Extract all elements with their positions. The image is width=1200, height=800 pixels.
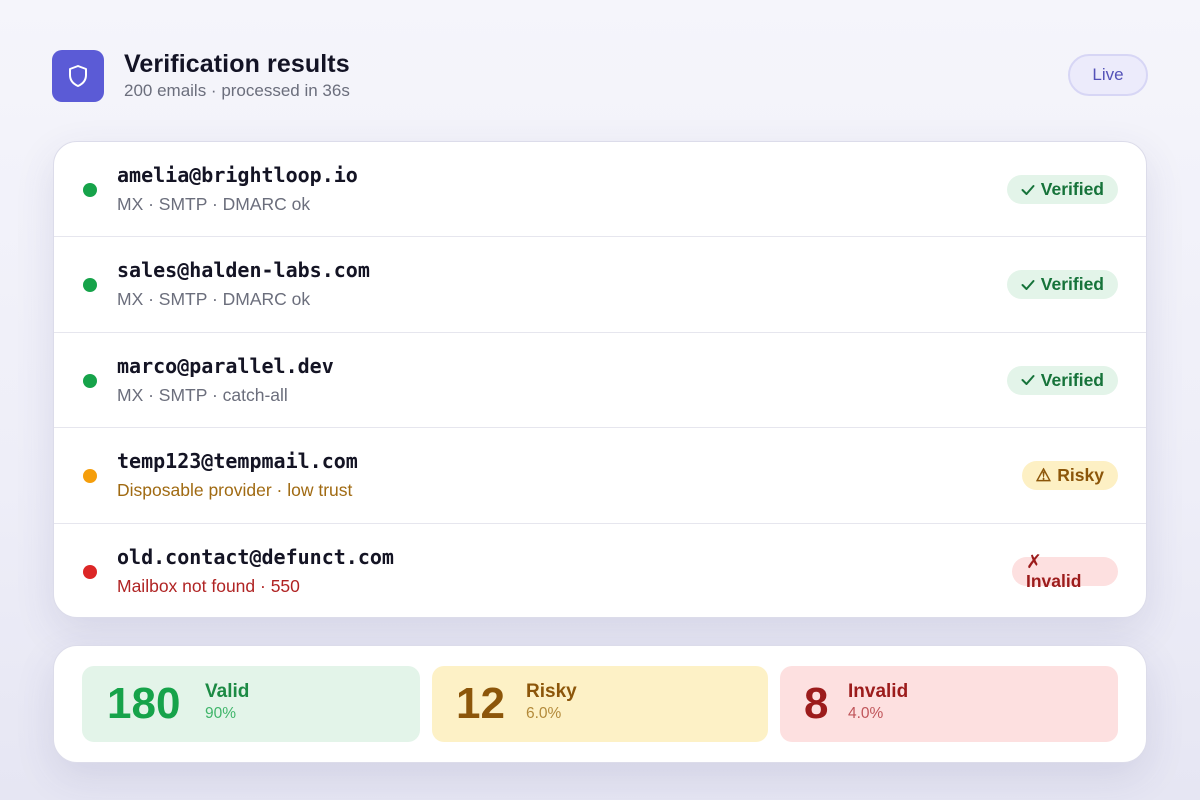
email-address: sales@halden-labs.com: [117, 258, 370, 283]
valid-count: 180: [107, 679, 181, 728]
status-badge-label: Verified: [1040, 179, 1104, 199]
result-row[interactable]: marco@parallel.dev MX · SMTP · catch-all…: [54, 333, 1146, 429]
summary-valid: 180 Valid 90%: [82, 666, 420, 742]
status-badge: Verified: [1006, 175, 1118, 204]
result-row[interactable]: amelia@brightloop.io MX · SMTP · DMARC o…: [54, 142, 1146, 238]
status-badge-label: Verified: [1040, 274, 1104, 295]
email-address: marco@parallel.dev: [117, 353, 334, 378]
page-title: Verification results: [124, 50, 350, 78]
x-icon: ✗: [1026, 551, 1042, 573]
status-dot: [83, 469, 97, 484]
check-details: MX · SMTP · DMARC ok: [117, 194, 311, 214]
status-badge-label: Verified: [1040, 369, 1104, 390]
email-address: old.contact@defunct.com: [117, 544, 394, 569]
risky-percent: 6.0%: [526, 705, 562, 722]
check-icon: [1021, 279, 1035, 290]
warning-icon: ⚠: [1035, 465, 1052, 486]
risky-label: Risky: [526, 681, 577, 702]
valid-label: Valid: [205, 681, 250, 702]
check-details: MX · SMTP · DMARC ok: [117, 289, 311, 310]
check-icon: [1021, 375, 1035, 386]
status-badge: ✗ Invalid: [1012, 552, 1118, 591]
status-badge: Verified: [1006, 365, 1118, 395]
result-row[interactable]: sales@halden-labs.com MX · SMTP · DMARC …: [54, 237, 1146, 333]
page-subtitle: 200 emails · processed in 36s: [124, 81, 350, 100]
check-icon: [1021, 184, 1035, 195]
status-badge-label: Invalid: [1026, 570, 1082, 591]
results-list: amelia@brightloop.io MX · SMTP · DMARC o…: [53, 141, 1147, 618]
status-badge: Verified: [1006, 270, 1118, 300]
invalid-percent: 4.0%: [848, 705, 884, 722]
result-row[interactable]: old.contact@defunct.com Mailbox not foun…: [54, 524, 1146, 617]
check-details: MX · SMTP · catch-all: [117, 384, 288, 405]
status-badge-label: Risky: [1057, 465, 1104, 486]
status-dot: [83, 183, 97, 197]
status-badge: ⚠ Risky: [1021, 461, 1118, 491]
summary-panel: 180 Valid 90% 12 Risky 6.0% 8 Invalid 4.…: [53, 645, 1147, 763]
check-details: Disposable provider · low trust: [117, 480, 353, 501]
valid-percent: 90%: [205, 705, 237, 722]
email-address: temp123@tempmail.com: [117, 449, 358, 474]
status-dot: [83, 278, 97, 293]
invalid-label: Invalid: [848, 681, 909, 702]
result-row[interactable]: temp123@tempmail.com Disposable provider…: [54, 428, 1146, 524]
invalid-count: 8: [804, 679, 829, 728]
live-status-pill[interactable]: Live: [1068, 54, 1148, 96]
shield-icon: [52, 50, 104, 102]
email-address: amelia@brightloop.io: [117, 163, 358, 187]
summary-risky: 12 Risky 6.0%: [432, 666, 768, 742]
status-dot: [83, 373, 97, 388]
risky-count: 12: [456, 679, 505, 728]
status-dot: [83, 564, 97, 579]
check-details: Mailbox not found · 550: [117, 575, 300, 596]
page-header: Verification results 200 emails · proces…: [52, 50, 1148, 102]
summary-invalid: 8 Invalid 4.0%: [780, 666, 1118, 742]
